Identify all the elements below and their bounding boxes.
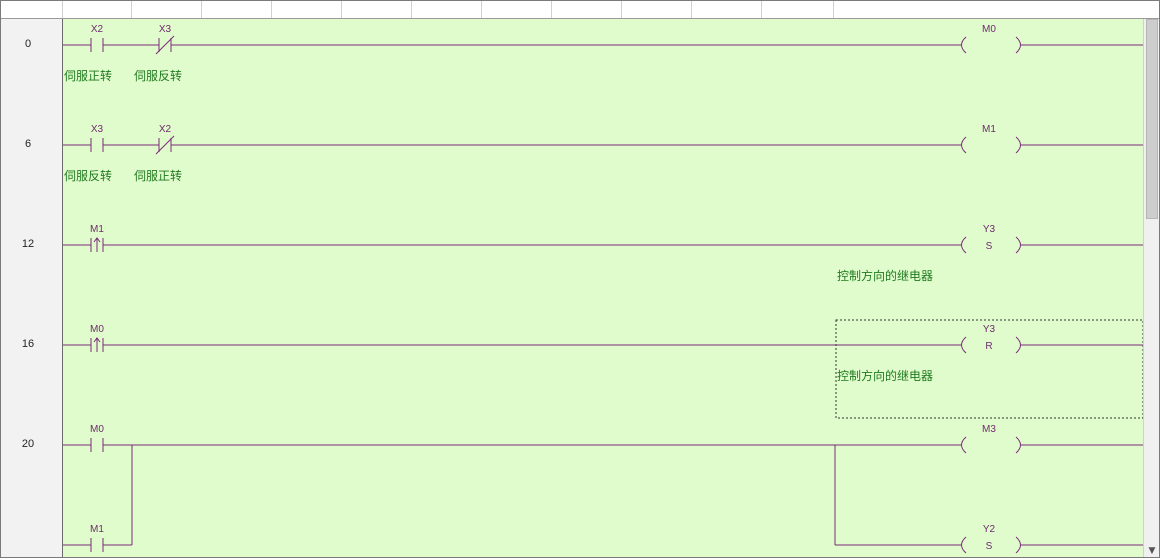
device-comment: 伺服正转 (134, 168, 182, 183)
device-label: M0 (90, 424, 104, 435)
coil-m0[interactable] (961, 36, 1021, 54)
device-comment: 伺服正转 (64, 68, 112, 83)
ladder-canvas[interactable]: X2 X3 M0 伺服正转 伺服反转 X3 X2 M1 伺服反转 伺服正转 M1… (63, 19, 1144, 558)
vertical-scrollbar[interactable]: ▼ (1143, 19, 1159, 557)
step-number: 20 (21, 438, 35, 450)
rising-edge-contact-m1[interactable] (90, 237, 104, 252)
step-number: 6 (24, 138, 32, 150)
no-contact-x3[interactable] (90, 138, 104, 152)
ladder-diagram-area[interactable]: X2 X3 M0 伺服正转 伺服反转 X3 X2 M1 伺服反转 伺服正转 M1… (62, 19, 1144, 558)
scrollbar-thumb[interactable] (1146, 19, 1158, 219)
coil-instruction: S (986, 241, 993, 252)
coil-device-label: Y3 (983, 224, 996, 235)
step-number-gutter: 0 6 12 16 20 (1, 19, 62, 557)
step-number: 16 (21, 338, 35, 350)
coil-m3[interactable] (961, 436, 1021, 454)
coil-device-label: M1 (982, 124, 996, 135)
coil-device-label: Y2 (983, 524, 996, 535)
device-label: X3 (159, 24, 172, 35)
device-label: X2 (91, 24, 104, 35)
scroll-down-arrow-icon[interactable]: ▼ (1146, 545, 1158, 557)
no-contact-m1[interactable] (90, 538, 104, 552)
device-label: X2 (159, 124, 172, 135)
device-comment: 控制方向的继电器 (837, 368, 933, 383)
device-label: M1 (90, 524, 104, 535)
no-contact-m0[interactable] (90, 438, 104, 452)
device-comment: 伺服反转 (64, 168, 112, 183)
step-number: 0 (24, 38, 32, 50)
coil-instruction: S (986, 541, 993, 552)
device-label: M0 (90, 324, 104, 335)
column-header (1, 1, 1159, 19)
rung-12[interactable]: M1 Y3 S 控制方向的继电器 (63, 224, 1143, 283)
coil-m1[interactable] (961, 136, 1021, 154)
rung-6[interactable]: X3 X2 M1 伺服反转 伺服正转 (63, 124, 1143, 183)
rung-16[interactable]: M0 Y3 R 控制方向的继电器 (63, 319, 1144, 419)
coil-device-label: Y3 (983, 324, 996, 335)
device-label: X3 (91, 124, 104, 135)
device-label: M1 (90, 224, 104, 235)
no-contact-x2[interactable] (90, 38, 104, 52)
coil-device-label: M3 (982, 424, 996, 435)
ladder-editor-window: 0 6 12 16 20 X2 X3 M0 伺服正转 伺服反转 X3 X2 M1… (0, 0, 1160, 558)
rung-20[interactable]: M0 M1 M3 Y2 S (63, 424, 1143, 554)
rising-edge-contact-m0[interactable] (90, 337, 104, 352)
coil-instruction: R (985, 341, 992, 352)
coil-device-label: M0 (982, 24, 996, 35)
device-comment: 控制方向的继电器 (837, 268, 933, 283)
rung-0[interactable]: X2 X3 M0 伺服正转 伺服反转 (63, 24, 1143, 83)
step-number: 12 (21, 238, 35, 250)
device-comment: 伺服反转 (134, 68, 182, 83)
